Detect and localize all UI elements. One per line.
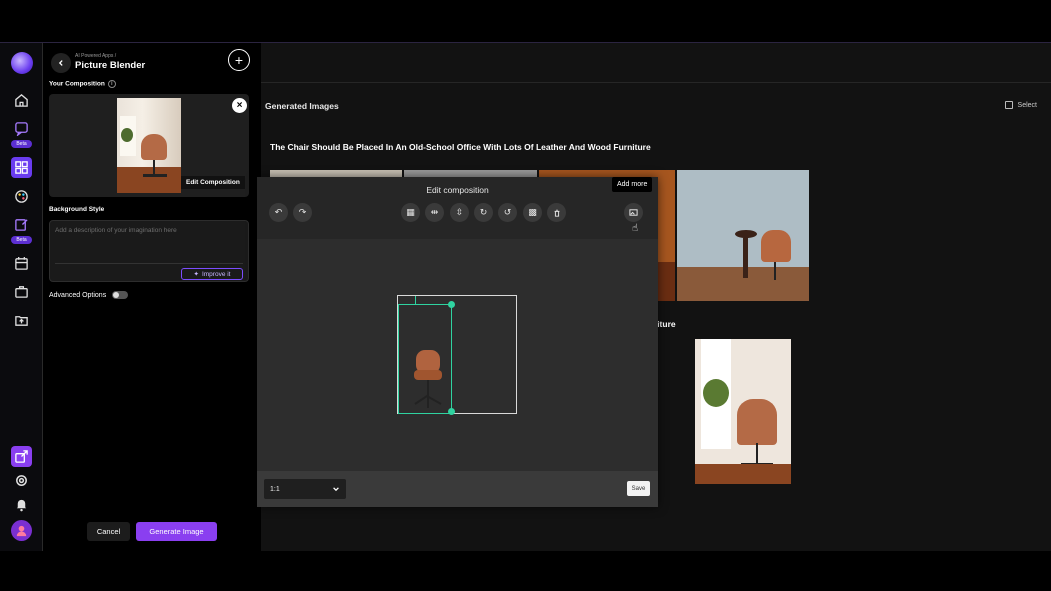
- image-layer[interactable]: [398, 301, 455, 415]
- grid-button[interactable]: ▦: [401, 203, 420, 222]
- breadcrumb[interactable]: AI Powered Apps /: [75, 53, 116, 59]
- chevron-down-icon: [333, 487, 339, 492]
- share-icon[interactable]: [11, 446, 32, 467]
- edit-composition-modal: Edit composition ↶ ↷ ▦ ⇹ ⇳ ↻ ↺ ▩ Add mor…: [257, 177, 658, 507]
- composition-image: [117, 98, 181, 193]
- page-title: Picture Blender: [75, 60, 146, 71]
- home-icon[interactable]: [11, 90, 32, 111]
- undo-button[interactable]: ↶: [269, 203, 288, 222]
- calendar-icon[interactable]: [11, 253, 32, 274]
- generated-images-title: Generated Images: [265, 101, 339, 111]
- flip-vertical-icon: ⇳: [455, 207, 464, 217]
- sparkle-icon: ✦: [193, 271, 199, 278]
- resize-handle[interactable]: [448, 408, 455, 415]
- back-button[interactable]: [51, 53, 71, 73]
- plus-icon: +: [234, 52, 244, 68]
- app-frame: Beta Beta AI Powered Apps / Picture Blen…: [0, 42, 1051, 551]
- flip-horizontal-icon: ⇹: [430, 207, 439, 217]
- rotate-cw-button[interactable]: ↻: [474, 203, 493, 222]
- flip-vertical-button[interactable]: ⇳: [450, 203, 469, 222]
- chair-image: [414, 350, 442, 408]
- add-more-tooltip: Add more: [612, 177, 653, 192]
- cancel-button[interactable]: Cancel: [87, 522, 130, 541]
- redo-button[interactable]: ↷: [293, 203, 312, 222]
- composition-panel: AI Powered Apps / Picture Blender + Your…: [43, 43, 261, 551]
- rotate-ccw-icon: ↺: [503, 207, 512, 217]
- beta-badge: Beta: [11, 236, 32, 244]
- save-button[interactable]: Save: [627, 481, 650, 496]
- user-avatar-icon[interactable]: [11, 520, 32, 541]
- generated-image[interactable]: [695, 339, 791, 484]
- divider: [55, 263, 243, 264]
- description-placeholder: Add a description of your imagination he…: [55, 227, 177, 234]
- background-description-field[interactable]: Add a description of your imagination he…: [49, 220, 249, 282]
- composition-canvas[interactable]: [397, 295, 517, 415]
- remove-background-button[interactable]: ▩: [523, 203, 542, 222]
- advanced-options-row: Advanced Options: [49, 291, 129, 299]
- composition-label-row: Your Composition i: [49, 80, 116, 88]
- grid-icon: ▦: [406, 207, 415, 217]
- composition-preview: × Edit Composition: [49, 94, 249, 197]
- modal-title: Edit composition: [426, 185, 489, 195]
- resize-handle[interactable]: [448, 301, 455, 308]
- rotate-ccw-button[interactable]: ↺: [498, 203, 517, 222]
- prompt-title: The Chair Should Be Placed In An Old-Sch…: [270, 142, 651, 152]
- flip-horizontal-button[interactable]: ⇹: [425, 203, 444, 222]
- icon-rail: Beta Beta: [0, 43, 43, 551]
- folder-upload-icon[interactable]: [11, 310, 32, 331]
- beta-badge: Beta: [11, 140, 32, 148]
- edit-composition-button[interactable]: Edit Composition: [181, 176, 245, 189]
- rotate-cw-icon: ↻: [479, 207, 488, 217]
- close-icon: ×: [236, 100, 243, 111]
- delete-button[interactable]: [547, 203, 566, 222]
- remove-composition-button[interactable]: ×: [232, 98, 247, 113]
- palette-icon[interactable]: [11, 186, 32, 207]
- add-button[interactable]: +: [228, 49, 250, 71]
- improve-it-button[interactable]: ✦ Improve it: [181, 268, 243, 280]
- redo-icon: ↷: [298, 207, 307, 217]
- settings-icon[interactable]: [11, 470, 32, 491]
- background-style-label: Background Style: [49, 206, 105, 213]
- composition-label: Your Composition: [49, 80, 105, 88]
- advanced-options-label: Advanced Options: [49, 291, 107, 299]
- modal-header: Edit composition ↶ ↷ ▦ ⇹ ⇳ ↻ ↺ ▩ Add mor…: [257, 177, 658, 239]
- select-all[interactable]: Select: [1004, 101, 1037, 109]
- briefcase-icon[interactable]: [11, 281, 32, 302]
- edit-square-icon[interactable]: [11, 214, 32, 235]
- generate-image-button[interactable]: Generate Image: [136, 522, 217, 541]
- advanced-options-toggle[interactable]: [112, 291, 129, 299]
- apps-grid-icon[interactable]: [11, 157, 32, 178]
- info-icon[interactable]: i: [107, 80, 116, 88]
- generated-image[interactable]: [677, 170, 809, 301]
- layer-guide: [415, 296, 416, 304]
- remove-background-icon: ▩: [528, 207, 537, 217]
- divider: [261, 82, 1051, 83]
- bell-icon[interactable]: [11, 494, 32, 515]
- aspect-ratio-value: 1:1: [270, 485, 280, 493]
- add-image-icon: [629, 209, 638, 216]
- improve-label: Improve it: [201, 270, 231, 278]
- app-logo-icon[interactable]: [11, 52, 33, 74]
- aspect-ratio-select[interactable]: 1:1: [264, 479, 346, 499]
- trash-icon: [554, 209, 559, 217]
- select-checkbox[interactable]: [1004, 101, 1013, 109]
- undo-icon: ↶: [274, 207, 283, 217]
- add-more-button[interactable]: [624, 203, 643, 222]
- mouse-cursor-icon: ☝: [632, 223, 639, 234]
- select-label: Select: [1017, 101, 1037, 109]
- modal-footer: 1:1 Save: [257, 471, 658, 507]
- chat-sparkle-icon[interactable]: [11, 118, 32, 139]
- chevron-left-icon: [58, 60, 63, 66]
